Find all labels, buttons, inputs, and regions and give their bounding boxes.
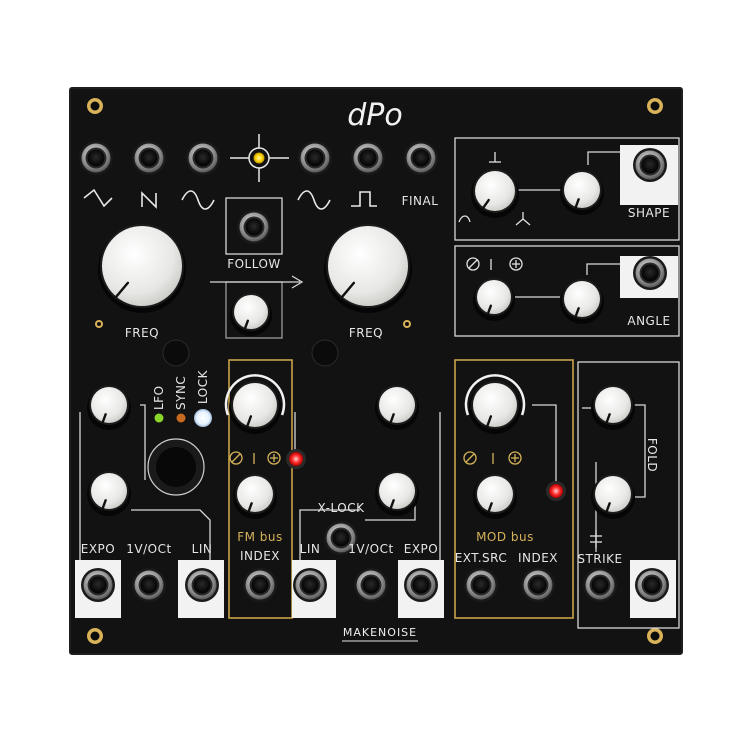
lin-right-jack[interactable] [293, 568, 327, 602]
lfo-label: LFO [152, 385, 166, 410]
lin-left-label: LIN [192, 542, 213, 556]
ext-src-label: EXT.SRC [455, 551, 508, 565]
voct-right-label: 1V/OCt [348, 542, 393, 556]
dpo-module-panel: dPo FINAL FOLD SHAPE ANGLE FOLLOW FREQ F… [69, 87, 683, 655]
strike-jack[interactable] [583, 568, 617, 602]
saw-out-jack[interactable] [132, 141, 166, 175]
voct-left-label: 1V/OCt [126, 542, 171, 556]
secondary-sine-out-jack[interactable] [298, 141, 332, 175]
voct-right-jack[interactable] [354, 568, 388, 602]
expo-left-jack[interactable] [81, 568, 115, 602]
angle-cv-jack[interactable] [633, 256, 667, 290]
left-trim-knob[interactable] [162, 339, 190, 367]
ext-src-jack[interactable] [464, 568, 498, 602]
lfo-led [154, 413, 164, 423]
x-lock-label: X-LOCK [318, 501, 366, 515]
fm-index-jack[interactable] [243, 568, 277, 602]
module-logo: dPo [347, 98, 403, 133]
shape-label: SHAPE [628, 206, 670, 220]
freq-right-label: FREQ [349, 326, 383, 340]
lock-push-button[interactable] [147, 438, 205, 496]
expo-right-jack[interactable] [404, 568, 438, 602]
sine-out-jack[interactable] [186, 141, 220, 175]
freq-left-label: FREQ [125, 326, 159, 340]
strike-label: STRIKE [577, 552, 622, 566]
fm-bus-red-led-core [289, 452, 303, 466]
lin-right-label: LIN [300, 542, 321, 556]
fold-out-jack[interactable] [635, 568, 669, 602]
triangle-out-jack[interactable] [79, 141, 113, 175]
follow-label: FOLLOW [227, 257, 281, 271]
brand-wordmark: MAKENOISE [343, 626, 417, 639]
shape-cv-jack[interactable] [633, 148, 667, 182]
square-out-jack[interactable] [351, 141, 385, 175]
mod-bus-label: MOD bus [476, 530, 534, 544]
mod-bus-red-led-core [549, 484, 563, 498]
lock-led [194, 409, 212, 427]
follow-cv-jack[interactable] [237, 210, 271, 244]
voct-left-jack[interactable] [132, 568, 166, 602]
final-out-jack[interactable] [404, 141, 438, 175]
expo-right-label: EXPO [404, 542, 438, 556]
lin-left-jack[interactable] [185, 568, 219, 602]
fold-label: FOLD [645, 438, 659, 472]
mod-index-jack[interactable] [521, 568, 555, 602]
mod-index-label: INDEX [518, 551, 558, 565]
sync-label: SYNC [174, 376, 188, 410]
angle-label: ANGLE [627, 314, 670, 328]
fm-index-label: INDEX [240, 549, 280, 563]
lock-label: LOCK [196, 369, 210, 404]
brand-logo: MAKENOISE [342, 626, 418, 642]
sync-led [176, 413, 186, 423]
final-label: FINAL [402, 194, 439, 208]
expo-left-label: EXPO [81, 542, 115, 556]
osc-yellow-led [253, 152, 265, 164]
right-trim-knob[interactable] [311, 339, 339, 367]
fm-bus-label: FM bus [237, 530, 283, 544]
